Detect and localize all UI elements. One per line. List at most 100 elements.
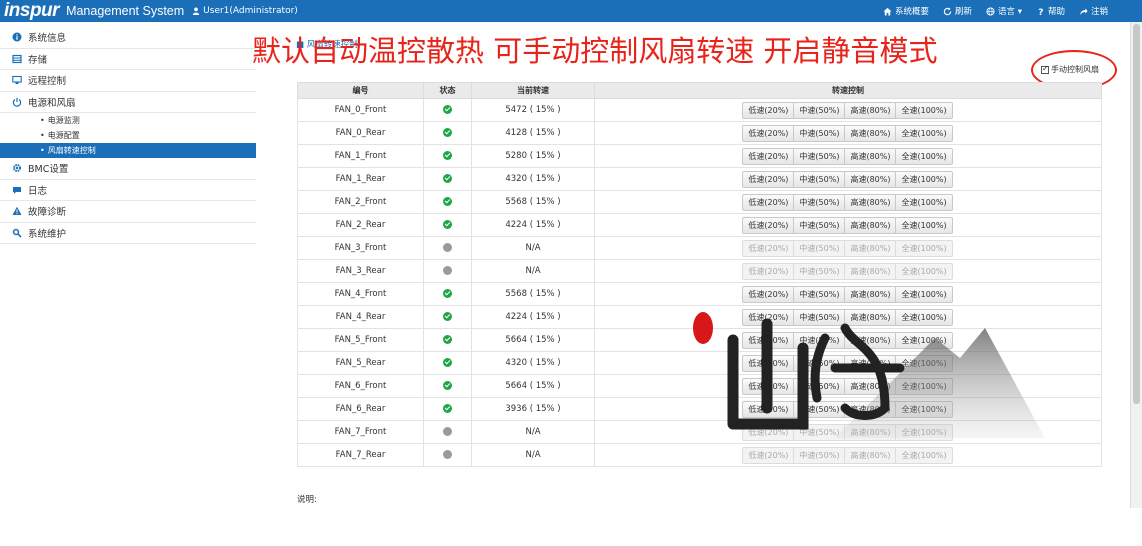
full-speed-button[interactable]: 全速(100%) xyxy=(895,101,953,119)
fan-control-cell: 低速(20%) 中速(50%) 高速(80%) 全速(100%) xyxy=(594,351,1102,375)
low-speed-button[interactable]: 低速(20%) xyxy=(742,377,795,395)
sidebar-item-remote-control[interactable]: 远程控制 xyxy=(0,70,256,92)
fan-id-cell: FAN_3_Rear xyxy=(297,259,424,283)
full-speed-button[interactable]: 全速(100%) xyxy=(895,308,953,326)
low-speed-button[interactable]: 低速(20%) xyxy=(742,216,795,234)
sidebar-subitem-power-config[interactable]: • 电源配置 xyxy=(0,128,256,143)
low-speed-button[interactable]: 低速(20%) xyxy=(742,147,795,165)
full-speed-button[interactable]: 全速(100%) xyxy=(895,331,953,349)
high-speed-button[interactable]: 高速(80%) xyxy=(844,331,897,349)
fan-id-cell: FAN_6_Rear xyxy=(297,397,424,421)
low-speed-button[interactable]: 低速(20%) xyxy=(742,354,795,372)
fan-speed-cell: 5568 ( 15% ) xyxy=(471,190,595,214)
full-speed-button[interactable]: 全速(100%) xyxy=(895,170,953,188)
mid-speed-button[interactable]: 中速(50%) xyxy=(793,124,846,142)
high-speed-button[interactable]: 高速(80%) xyxy=(844,216,897,234)
high-speed-button[interactable]: 高速(80%) xyxy=(844,285,897,303)
low-speed-button[interactable]: 低速(20%) xyxy=(742,331,795,349)
full-speed-button[interactable]: 全速(100%) xyxy=(895,285,953,303)
scrollbar-thumb[interactable] xyxy=(1133,24,1140,404)
page-scrollbar[interactable] xyxy=(1130,22,1142,508)
current-user[interactable]: User1(Administrator) xyxy=(192,6,298,16)
fan-id-cell: FAN_1_Rear xyxy=(297,167,424,191)
sidebar-item-bmc-settings[interactable]: BMC设置 xyxy=(0,158,256,180)
high-speed-button[interactable]: 高速(80%) xyxy=(844,170,897,188)
fan-status-cell xyxy=(423,282,472,306)
mid-speed-button[interactable]: 中速(50%) xyxy=(793,377,846,395)
mid-speed-button[interactable]: 中速(50%) xyxy=(793,193,846,211)
low-speed-button[interactable]: 低速(20%) xyxy=(742,170,795,188)
status-offline-icon xyxy=(443,266,452,275)
high-speed-button[interactable]: 高速(80%) xyxy=(844,308,897,326)
high-speed-button[interactable]: 高速(80%) xyxy=(844,147,897,165)
sidebar-subitem-power-monitor[interactable]: • 电源监测 xyxy=(0,113,256,128)
table-row: FAN_6_Front 5664 ( 15% ) 低速(20%) 中速(50%) 高速(… xyxy=(297,374,1102,398)
fan-status-cell xyxy=(423,328,472,352)
mid-speed-button[interactable]: 中速(50%) xyxy=(793,170,846,188)
full-speed-button[interactable]: 全速(100%) xyxy=(895,124,953,142)
summary-label: 系统概要 xyxy=(894,7,929,17)
table-row: FAN_6_Rear 3936 ( 15% ) 低速(20%) 中速(50%) 高速(8… xyxy=(297,397,1102,421)
sidebar-item-power-fan[interactable]: 电源和风扇 xyxy=(0,92,256,113)
full-speed-button[interactable]: 全速(100%) xyxy=(895,354,953,372)
home-icon xyxy=(883,7,892,16)
fan-control-cell: 低速(20%) 中速(50%) 高速(80%) 全速(100%) xyxy=(594,259,1102,283)
checkbox-box[interactable] xyxy=(1041,64,1049,74)
high-speed-button[interactable]: 高速(80%) xyxy=(844,354,897,372)
full-speed-button[interactable]: 全速(100%) xyxy=(895,147,953,165)
summary-button[interactable]: 系统概要 xyxy=(883,5,929,17)
mid-speed-button[interactable]: 中速(50%) xyxy=(793,285,846,303)
sidebar-item-diagnostics[interactable]: 故障诊断 xyxy=(0,201,256,223)
status-ok-icon xyxy=(443,220,452,229)
speed-button-group: 低速(20%) 中速(50%) 高速(80%) 全速(100%) xyxy=(742,239,953,257)
speed-button-group: 低速(20%) 中速(50%) 高速(80%) 全速(100%) xyxy=(742,331,953,349)
log-icon xyxy=(13,186,21,194)
high-speed-button[interactable]: 高速(80%) xyxy=(844,124,897,142)
mid-speed-button[interactable]: 中速(50%) xyxy=(793,400,846,418)
sidebar-subitem-label: 风扇转速控制 xyxy=(47,146,96,155)
low-speed-button[interactable]: 低速(20%) xyxy=(742,285,795,303)
fan-speed-cell: 3936 ( 15% ) xyxy=(471,397,595,421)
high-speed-button: 高速(80%) xyxy=(844,262,897,280)
mid-speed-button: 中速(50%) xyxy=(793,446,846,464)
fan-speed-cell: 4128 ( 15% ) xyxy=(471,121,595,145)
fan-control-cell: 低速(20%) 中速(50%) 高速(80%) 全速(100%) xyxy=(594,213,1102,237)
mid-speed-button[interactable]: 中速(50%) xyxy=(793,331,846,349)
mid-speed-button: 中速(50%) xyxy=(793,239,846,257)
high-speed-button[interactable]: 高速(80%) xyxy=(844,377,897,395)
sidebar-item-label: BMC设置 xyxy=(28,164,69,176)
full-speed-button[interactable]: 全速(100%) xyxy=(895,377,953,395)
low-speed-button[interactable]: 低速(20%) xyxy=(742,308,795,326)
refresh-button[interactable]: 刷新 xyxy=(943,5,972,17)
high-speed-button[interactable]: 高速(80%) xyxy=(844,400,897,418)
help-button[interactable]: ? 帮助 xyxy=(1036,5,1065,17)
low-speed-button[interactable]: 低速(20%) xyxy=(742,400,795,418)
manual-fan-control-checkbox[interactable]: 手动控制风扇 xyxy=(1041,64,1099,75)
language-dropdown[interactable]: 语言 ▾ xyxy=(986,5,1022,17)
mid-speed-button[interactable]: 中速(50%) xyxy=(793,308,846,326)
full-speed-button[interactable]: 全速(100%) xyxy=(895,193,953,211)
sidebar-item-system-info[interactable]: 系统信息 xyxy=(0,27,256,49)
mid-speed-button[interactable]: 中速(50%) xyxy=(793,354,846,372)
high-speed-button[interactable]: 高速(80%) xyxy=(844,193,897,211)
fan-control-cell: 低速(20%) 中速(50%) 高速(80%) 全速(100%) xyxy=(594,98,1102,122)
mid-speed-button[interactable]: 中速(50%) xyxy=(793,101,846,119)
sidebar-subitem-fan-speed-control[interactable]: • 风扇转速控制 xyxy=(0,143,256,158)
mid-speed-button[interactable]: 中速(50%) xyxy=(793,147,846,165)
speed-button-group: 低速(20%) 中速(50%) 高速(80%) 全速(100%) xyxy=(742,446,953,464)
low-speed-button[interactable]: 低速(20%) xyxy=(742,101,795,119)
status-ok-icon xyxy=(443,128,452,137)
low-speed-button[interactable]: 低速(20%) xyxy=(742,193,795,211)
mid-speed-button[interactable]: 中速(50%) xyxy=(793,216,846,234)
sidebar-item-logs[interactable]: 日志 xyxy=(0,180,256,201)
fan-control-cell: 低速(20%) 中速(50%) 高速(80%) 全速(100%) xyxy=(594,420,1102,444)
low-speed-button[interactable]: 低速(20%) xyxy=(742,124,795,142)
high-speed-button[interactable]: 高速(80%) xyxy=(844,101,897,119)
logout-button[interactable]: 注销 xyxy=(1079,5,1108,17)
sidebar-item-storage[interactable]: 存储 xyxy=(0,49,256,70)
user-icon xyxy=(192,7,200,15)
full-speed-button[interactable]: 全速(100%) xyxy=(895,400,953,418)
sidebar-item-maintenance[interactable]: 系统维护 xyxy=(0,223,256,244)
fan-control-cell: 低速(20%) 中速(50%) 高速(80%) 全速(100%) xyxy=(594,305,1102,329)
full-speed-button[interactable]: 全速(100%) xyxy=(895,216,953,234)
